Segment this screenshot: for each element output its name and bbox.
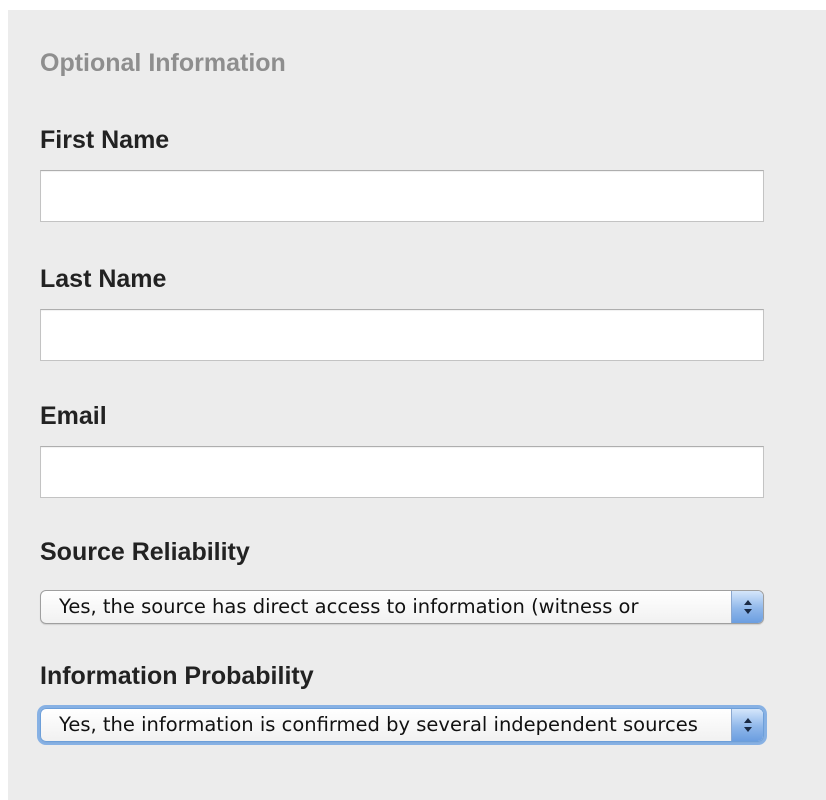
last-name-label: Last Name <box>40 265 167 293</box>
source-reliability-select[interactable]: Yes, the source has direct access to inf… <box>40 590 764 624</box>
up-down-chevron-icon <box>731 591 763 623</box>
source-reliability-label: Source Reliability <box>40 538 250 566</box>
last-name-input[interactable] <box>40 309 764 361</box>
information-probability-selected-value: Yes, the information is confirmed by sev… <box>59 713 698 736</box>
first-name-label: First Name <box>40 126 170 154</box>
section-title: Optional Information <box>40 49 286 77</box>
first-name-input[interactable] <box>40 170 764 222</box>
source-reliability-selected-value: Yes, the source has direct access to inf… <box>59 595 639 618</box>
up-down-chevron-icon <box>731 709 763 741</box>
email-input[interactable] <box>40 446 764 498</box>
email-label: Email <box>40 402 107 430</box>
information-probability-select[interactable]: Yes, the information is confirmed by sev… <box>40 708 764 742</box>
information-probability-label: Information Probability <box>40 662 314 690</box>
